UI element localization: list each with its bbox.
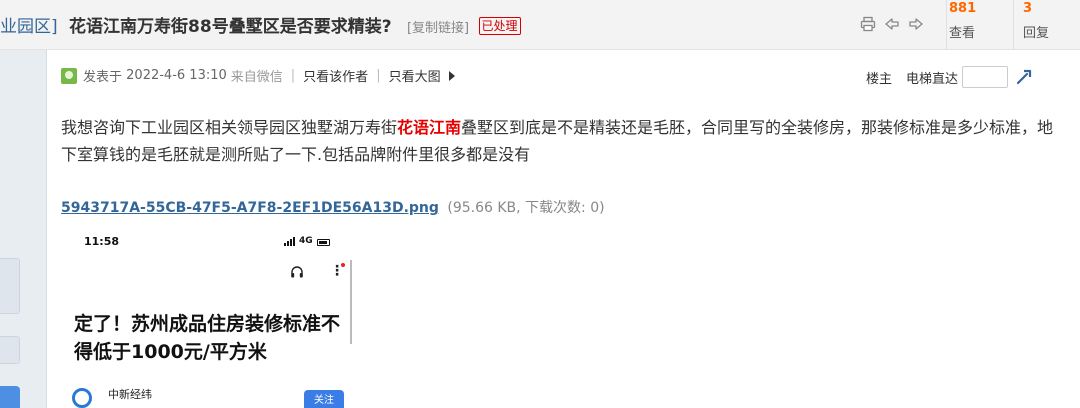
posted-at-prefix: 发表于 bbox=[83, 70, 123, 85]
only-large-images-link[interactable]: 只看大图 bbox=[389, 66, 441, 85]
category-link[interactable]: 业园区] bbox=[0, 17, 58, 37]
attachment-info: (95.66 KB, 下载次数: 0) bbox=[447, 200, 605, 216]
follow-button: 关注 bbox=[304, 390, 344, 408]
phone-source-name: 中新经纬 bbox=[108, 388, 152, 401]
meta-divider: | bbox=[290, 68, 296, 83]
post-body-highlight: 花语江南 bbox=[397, 118, 462, 137]
thread-header: 业园区] 花语江南万寿街88号叠墅区是否要求精装? [复制链接] 已处理 881… bbox=[0, 0, 1080, 50]
prev-icon[interactable] bbox=[882, 14, 902, 34]
post-source: 来自微信 bbox=[230, 70, 283, 85]
print-icon[interactable] bbox=[858, 14, 878, 34]
thread-title: 花语江南万寿街88号叠墅区是否要求精装? bbox=[69, 17, 392, 37]
status-badge: 已处理 bbox=[478, 17, 521, 35]
battery-icon bbox=[316, 239, 330, 246]
thread-title-row: 业园区] 花语江南万寿街88号叠墅区是否要求精装? [复制链接] 已处理 bbox=[0, 12, 521, 37]
notification-dot bbox=[341, 263, 345, 267]
go-floor-icon[interactable] bbox=[1016, 69, 1032, 85]
post-meta: 发表于 2022-4-6 13:10 来自微信 | 只看该作者 | 只看大图 bbox=[61, 66, 455, 85]
replies-label: 回复 bbox=[1023, 26, 1050, 41]
author-sidebar bbox=[0, 50, 47, 408]
views-count: 881 bbox=[949, 1, 977, 16]
phone-status-bar: 4G bbox=[284, 236, 330, 246]
headphone-icon bbox=[290, 264, 304, 278]
replies-stat: 3 回复 bbox=[1013, 0, 1073, 50]
signal-icon bbox=[284, 237, 295, 246]
phone-headline: 定了！苏州成品住房装修标准不得低于1000元/平方米 bbox=[74, 313, 341, 363]
elevator-label: 电梯直达 bbox=[906, 71, 959, 87]
post-body-text-1: 我想咨询下工业园区相关领导园区独墅湖万寿街 bbox=[61, 118, 398, 137]
replies-count: 3 bbox=[1023, 1, 1033, 16]
sidebar-panel bbox=[0, 258, 20, 314]
attachment-link[interactable]: 5943717A-55CB-47F5-A7F8-2EF1DE56A13D.png bbox=[61, 200, 439, 216]
floor-tools: 楼主 电梯直达 bbox=[866, 66, 1032, 88]
post-datetime: 2022-4-6 13:10 bbox=[126, 68, 227, 83]
next-icon[interactable] bbox=[906, 14, 926, 34]
views-label: 查看 bbox=[949, 26, 976, 41]
sidebar-blue-button[interactable] bbox=[0, 386, 20, 408]
only-author-link[interactable]: 只看该作者 bbox=[303, 66, 368, 85]
online-user-icon bbox=[61, 67, 77, 84]
attachment: 5943717A-55CB-47F5-A7F8-2EF1DE56A13D.png… bbox=[61, 197, 605, 217]
thread-tools bbox=[858, 14, 926, 34]
floor-owner-label: 楼主 bbox=[866, 71, 893, 87]
floor-number-input[interactable] bbox=[962, 66, 1009, 88]
network-label: 4G bbox=[299, 236, 313, 246]
source-logo-icon bbox=[72, 388, 92, 408]
attachment-image[interactable]: 11:58 4G ⋮ 定了！苏州成品住房装修标准不得低于1000元/平方米 中新… bbox=[62, 226, 362, 408]
meta-divider: | bbox=[376, 68, 381, 83]
views-stat: 881 查看 bbox=[946, 0, 1006, 50]
copy-link-button[interactable]: [复制链接] bbox=[407, 21, 469, 36]
post-body: 我想咨询下工业园区相关领导园区独墅湖万寿街花语江南叠墅区到底是不是精装还是毛胚，… bbox=[61, 114, 1061, 168]
sidebar-panel-small bbox=[0, 336, 20, 364]
phone-time: 11:58 bbox=[84, 235, 120, 248]
expand-arrow-icon[interactable] bbox=[448, 70, 455, 81]
